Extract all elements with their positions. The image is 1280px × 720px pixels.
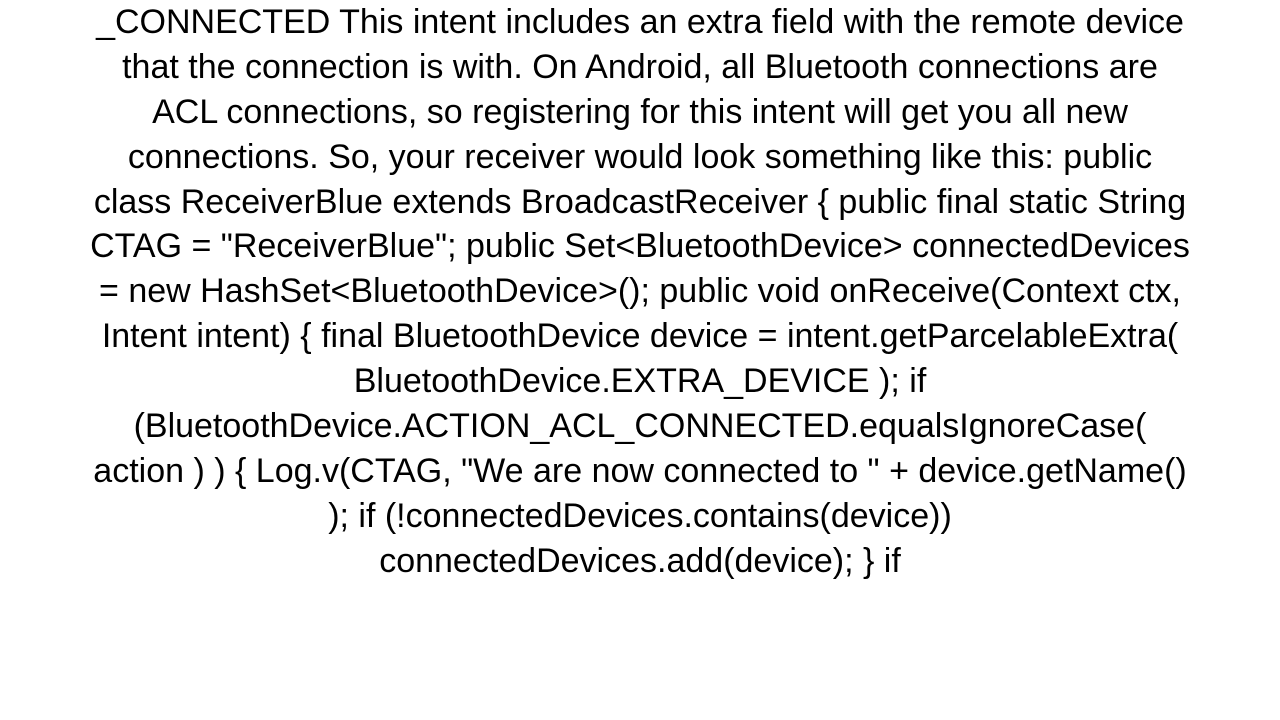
body-text: _CONNECTED This intent includes an extra… xyxy=(90,3,1190,580)
document-body: _CONNECTED This intent includes an extra… xyxy=(50,0,1230,583)
